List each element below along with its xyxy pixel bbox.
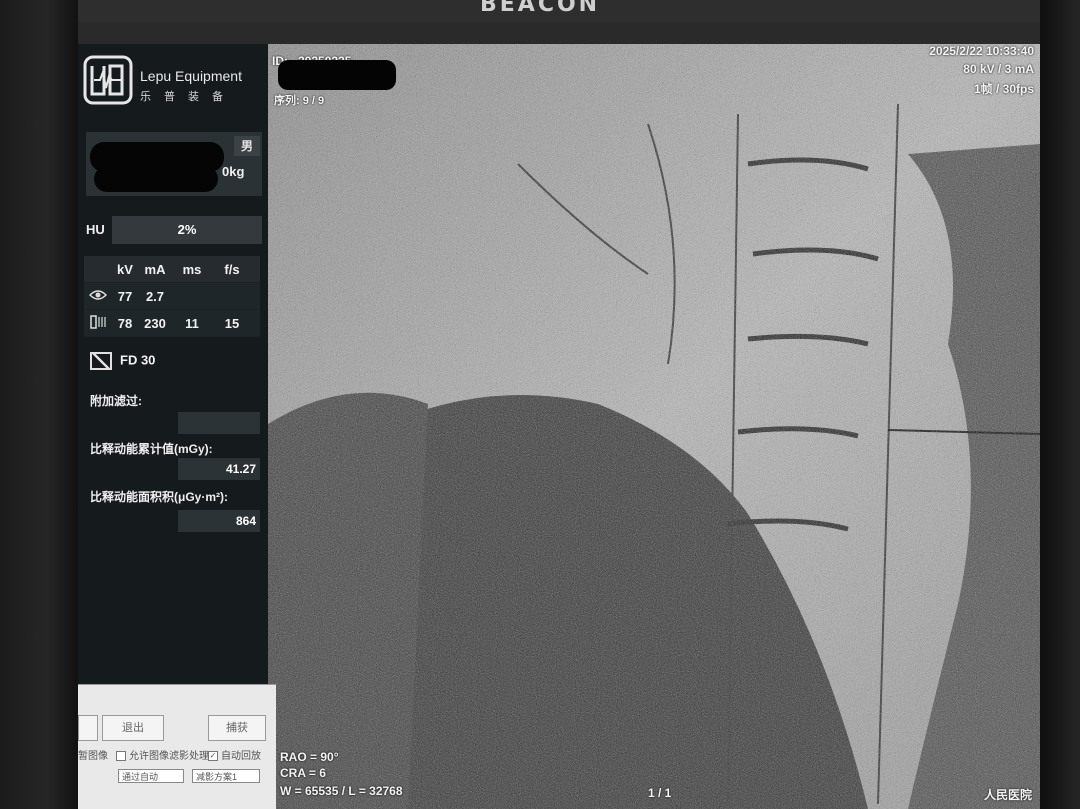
checkbox-unchecked-icon: [116, 751, 126, 762]
cra-angle: CRA = 6: [280, 766, 326, 780]
extra-filter-label: 附加滤过:: [90, 394, 142, 408]
exposure-table-header: kV mA ms f/s: [84, 256, 260, 283]
frame-counter: 1 / 1: [648, 786, 672, 800]
header-fps: f/s: [224, 261, 240, 277]
hospital-name: 人民医院: [983, 788, 1032, 802]
dialog-left-button[interactable]: [78, 715, 98, 741]
id-redaction: [278, 60, 396, 90]
scheme-select[interactable]: 减影方案1: [192, 769, 260, 783]
table-row: 78 230 11 15: [84, 310, 260, 337]
cell: 77: [117, 288, 133, 304]
hu-value: 2%: [112, 216, 262, 244]
rao-angle: RAO = 90°: [280, 750, 339, 764]
table-row: 77 2.7: [84, 283, 260, 310]
mode-select[interactable]: 通过自动: [118, 769, 184, 783]
patient-weight: 0kg: [222, 164, 245, 179]
lepu-logo-icon: [82, 54, 134, 106]
xray-graphic: [268, 44, 1040, 809]
logo-name: Lepu Equipment: [140, 68, 242, 84]
exposure-table: kV mA ms f/s 77 2.7 78 230 11 15: [84, 256, 260, 337]
image-checkbox-label: 暂图像: [78, 751, 108, 762]
dap-label: 比释动能面积积(μGy·m²):: [90, 490, 229, 504]
patient-sex: 男: [234, 136, 260, 156]
exposure-params: 80 kV / 3 mA: [963, 62, 1034, 76]
checkbox-checked-icon: ✓: [208, 751, 218, 762]
subtraction-checkbox[interactable]: 允许图像滤影处理: [116, 747, 209, 762]
replay-dialog: 退出 捕获 暂图像 允许图像滤影处理 ✓ 自动回放 通过自动 减影方案1: [78, 684, 276, 809]
monitor-brand: BEACON: [480, 0, 601, 17]
monitor-screen: Lepu Equipment 乐普装备 男 0kg HU 2% kV mA ms…: [78, 44, 1040, 809]
extra-filter-value: [178, 412, 260, 434]
cell: 2.7: [145, 288, 165, 304]
auto-replay-label: 自动回放: [221, 751, 261, 762]
patient-id-redaction: [94, 166, 218, 192]
cell: 11: [185, 315, 199, 331]
detector-label: FD 30: [120, 352, 156, 368]
cell: 15: [224, 315, 240, 331]
dose-label: 比释动能累计值(mGy):: [90, 442, 213, 456]
header-ms: ms: [182, 261, 202, 277]
cell: 78: [117, 315, 133, 331]
hu-label: HU: [86, 222, 105, 237]
header-ma: mA: [144, 261, 166, 277]
datetime: 2025/2/22 10:33:40: [929, 44, 1034, 58]
monitor-bezel-left: [0, 0, 78, 809]
detector-icon: [90, 352, 112, 370]
dose-value: 41.27: [178, 458, 260, 480]
monitor-bezel-right: [1040, 0, 1080, 809]
hu-row: HU 2%: [82, 216, 262, 244]
header-kv: kV: [117, 261, 133, 277]
exit-button[interactable]: 退出: [102, 715, 164, 741]
dap-value: 864: [178, 510, 260, 532]
tube-icon: [84, 314, 112, 333]
subtraction-checkbox-label: 允许图像滤影处理: [129, 751, 209, 762]
capture-button[interactable]: 捕获: [208, 715, 266, 741]
series-label: 序列: 9 / 9: [274, 95, 325, 107]
window-level: W = 65535 / L = 32768: [280, 784, 403, 798]
frame-rate: 1帧 / 30fps: [973, 82, 1034, 96]
auto-replay-checkbox[interactable]: ✓ 自动回放: [208, 747, 261, 762]
eye-icon: [84, 288, 112, 304]
cell: 230: [144, 315, 166, 331]
logo-name-cn: 乐普装备: [140, 91, 236, 103]
fluoroscopy-image[interactable]: ID: 20250225 序列: 9 / 9 2025/2/22 10:33:4…: [268, 44, 1040, 809]
detector-field: FD 30: [90, 352, 155, 370]
